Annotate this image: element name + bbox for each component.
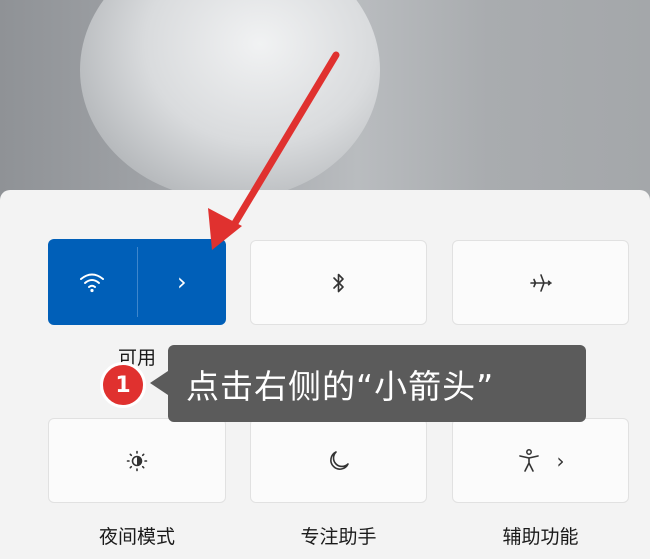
annotation-arrow-icon [208, 51, 340, 250]
